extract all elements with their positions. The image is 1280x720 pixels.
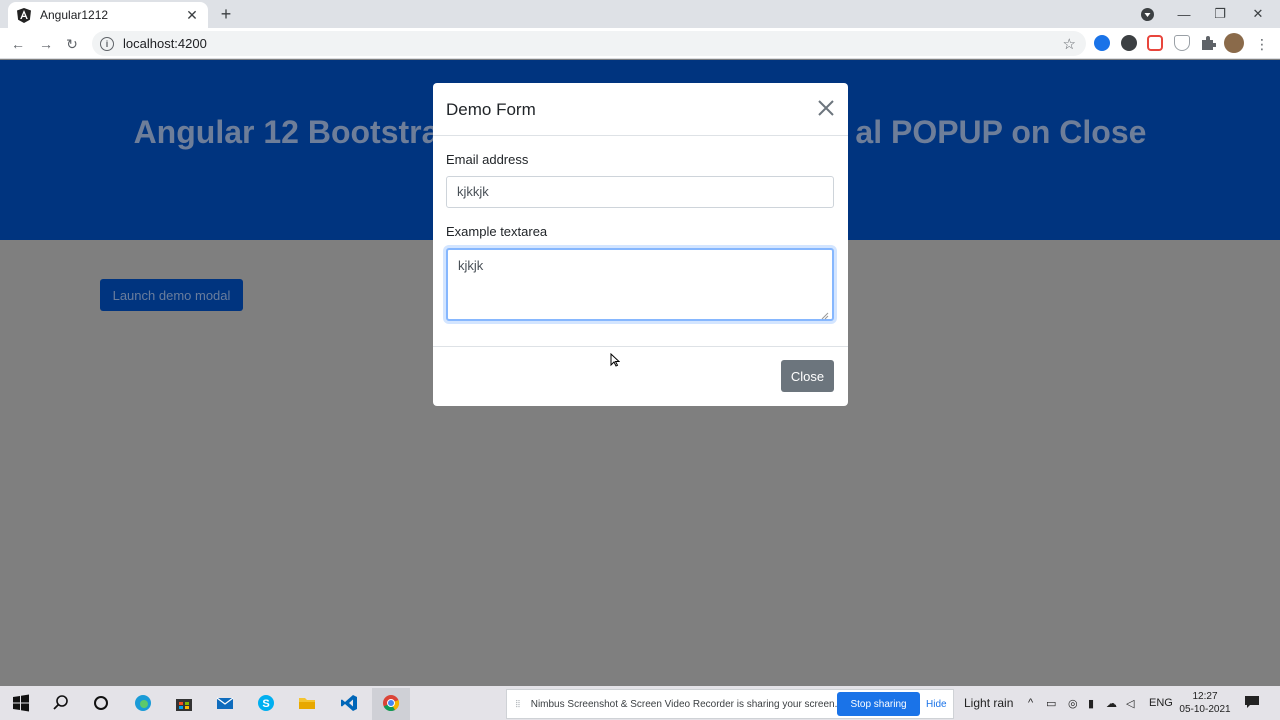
browser-menu-icon[interactable]: ⋮ xyxy=(1252,34,1272,54)
cortana-icon[interactable] xyxy=(92,694,110,712)
url-text: localhost:4200 xyxy=(123,36,207,51)
notifications-icon[interactable] xyxy=(1244,695,1260,709)
tab-title: Angular1212 xyxy=(40,8,109,22)
drag-handle-icon[interactable]: ⦙⦙ xyxy=(511,699,525,710)
search-icon[interactable] xyxy=(52,694,70,712)
profile-dropdown-icon[interactable] xyxy=(1136,0,1158,28)
browser-tab-strip: Angular1212 ✕ + — ❐ ✕ xyxy=(0,0,1280,28)
example-textarea[interactable]: kjkjk xyxy=(446,248,834,321)
vscode-icon[interactable] xyxy=(340,694,358,712)
skype-icon[interactable]: S xyxy=(257,694,275,712)
extension-profile-icon[interactable] xyxy=(1121,35,1137,51)
reload-icon[interactable]: ↻ xyxy=(62,34,82,54)
modal-body: Email address kjkkjk Example textarea kj… xyxy=(433,136,848,347)
clock-date: 05-10-2021 xyxy=(1179,704,1231,715)
launch-demo-modal-button[interactable]: Launch demo modal xyxy=(100,279,243,311)
language-indicator[interactable]: ENG xyxy=(1149,697,1173,709)
extensions-puzzle-icon[interactable] xyxy=(1200,35,1217,51)
address-bar[interactable]: i localhost:4200 ☆ xyxy=(92,31,1086,56)
mouse-cursor-icon xyxy=(610,352,621,367)
avatar[interactable] xyxy=(1224,33,1244,53)
tab-close-icon[interactable]: ✕ xyxy=(184,7,200,24)
modal-header: Demo Form xyxy=(433,83,848,136)
demo-form-modal: Demo Form Email address kjkkjk Example t… xyxy=(433,83,848,406)
close-icon[interactable] xyxy=(816,98,836,118)
restore-icon[interactable]: ❐ xyxy=(1208,0,1232,28)
screen-sharing-bar: ⦙⦙ Nimbus Screenshot & Screen Video Reco… xyxy=(506,689,954,719)
volume-icon[interactable]: ◁ xyxy=(1126,697,1134,710)
angular-logo-icon xyxy=(16,7,32,23)
mail-icon[interactable] xyxy=(216,694,234,712)
email-field[interactable]: kjkkjk xyxy=(446,176,834,208)
clock-time: 12:27 xyxy=(1192,691,1218,702)
browser-tab[interactable]: Angular1212 ✕ xyxy=(8,2,208,28)
weather-label[interactable]: Light rain xyxy=(964,696,1013,710)
network-status-icon[interactable]: ◎ xyxy=(1068,697,1078,710)
battery-icon[interactable]: ▭ xyxy=(1046,697,1056,710)
sharing-message: Nimbus Screenshot & Screen Video Recorde… xyxy=(530,698,838,710)
svg-text:S: S xyxy=(262,698,269,710)
onedrive-icon[interactable]: ☁ xyxy=(1106,697,1117,710)
stop-sharing-button[interactable]: Stop sharing xyxy=(837,692,920,716)
resize-handle-icon[interactable] xyxy=(821,308,829,320)
modal-footer: Close xyxy=(433,347,848,406)
edge-browser-icon[interactable] xyxy=(134,694,152,712)
bookmark-star-icon[interactable]: ☆ xyxy=(1063,35,1076,53)
microphone-icon[interactable]: ▮ xyxy=(1088,697,1094,710)
clock[interactable]: 12:27 05-10-2021 xyxy=(1176,690,1234,716)
chrome-taskbar-item[interactable] xyxy=(372,688,410,720)
extension-shield-icon[interactable] xyxy=(1174,35,1190,51)
window-close-icon[interactable]: ✕ xyxy=(1246,0,1270,28)
file-explorer-icon[interactable] xyxy=(298,694,316,712)
email-label: Email address xyxy=(446,152,529,167)
back-icon[interactable]: ← xyxy=(8,34,28,54)
windows-start-icon[interactable] xyxy=(12,694,30,712)
extension-record-icon[interactable] xyxy=(1147,35,1163,51)
close-button[interactable]: Close xyxy=(781,360,834,392)
store-icon[interactable] xyxy=(175,694,193,712)
windows-taskbar: S ⦙⦙ Nimbus Screenshot & Screen Video Re… xyxy=(0,686,1280,720)
forward-icon[interactable]: → xyxy=(36,34,56,54)
site-info-icon[interactable]: i xyxy=(100,36,114,51)
textarea-label: Example textarea xyxy=(446,224,548,239)
chevron-up-icon[interactable]: ^ xyxy=(1028,697,1033,709)
hide-button[interactable]: Hide xyxy=(920,699,953,710)
page-title-right: al POPUP on Close xyxy=(855,114,1147,150)
textarea-value: kjkjk xyxy=(458,258,484,273)
browser-toolbar: ← → ↻ i localhost:4200 ☆ ⋮ xyxy=(0,28,1280,59)
page-title-left: Angular 12 Bootstra xyxy=(133,114,440,150)
modal-title: Demo Form xyxy=(446,100,536,119)
minimize-icon[interactable]: — xyxy=(1172,0,1196,28)
new-tab-icon[interactable]: + xyxy=(216,4,236,24)
extension-a-icon[interactable] xyxy=(1094,35,1110,51)
